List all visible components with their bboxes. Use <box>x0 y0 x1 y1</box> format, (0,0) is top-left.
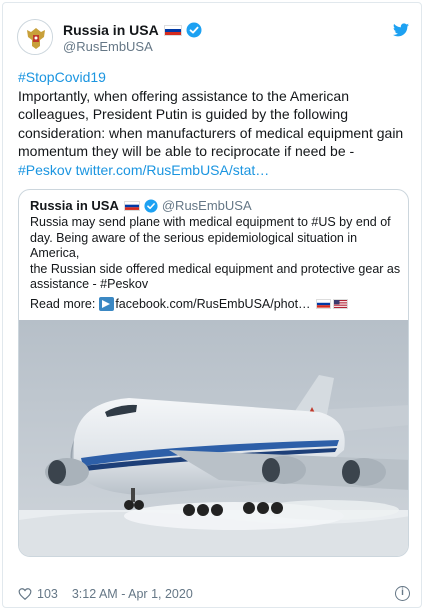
quoted-tweet[interactable]: Russia in USA @RusEmbUSA Russia may send… <box>18 189 409 557</box>
twitter-bird-icon[interactable] <box>393 23 409 37</box>
quoted-text-line: day. Being aware of the serious epidemio… <box>30 230 358 261</box>
russian-flag-icon <box>123 201 140 211</box>
timestamp[interactable]: 3:12 AM - Apr 1, 2020 <box>72 587 193 601</box>
heart-icon[interactable] <box>18 587 32 601</box>
quoted-text-line: assistance - #Peskov <box>30 277 149 292</box>
read-more-line: Read more: facebook.com/RusEmbUSA/phot… <box>30 296 348 312</box>
quoted-author-handle[interactable]: @RusEmbUSA <box>162 198 252 214</box>
facebook-link[interactable]: facebook.com/RusEmbUSA/phot… <box>115 296 310 312</box>
tweet-text-line: momentum they will be able to reciprocat… <box>18 143 355 160</box>
tweet-text-line: Importantly, when offering assistance to… <box>18 87 349 104</box>
avatar[interactable] <box>17 19 53 55</box>
russian-flag-icon <box>315 299 331 309</box>
like-count[interactable]: 103 <box>37 587 58 601</box>
tweet-footer: 103 3:12 AM - Apr 1, 2020 i <box>18 585 410 603</box>
quoted-text-line: Russia may send plane with medical equip… <box>30 215 391 229</box>
quoted-author-name[interactable]: Russia in USA <box>30 198 119 214</box>
hashtag-link[interactable]: #Peskov <box>18 162 72 178</box>
right-arrow-icon <box>99 297 115 311</box>
antonov-aircraft-image <box>19 320 408 556</box>
quoted-text: Russia may send plane with medical equip… <box>30 215 402 293</box>
quoted-text-line: the Russian side offered medical equipme… <box>30 261 401 276</box>
author-handle[interactable]: @RusEmbUSA <box>63 39 153 55</box>
status-link[interactable]: twitter.com/RusEmbUSA/stat… <box>76 162 270 178</box>
read-more-label: Read more: <box>30 297 96 311</box>
airplane-photo[interactable] <box>19 320 408 556</box>
info-icon[interactable]: i <box>395 586 410 601</box>
verified-badge-icon <box>144 199 158 213</box>
russian-flag-icon <box>163 24 182 36</box>
tweet-header: Russia in USA @RusEmbUSA <box>17 19 409 59</box>
tweet-card: Russia in USA @RusEmbUSA #StopCovid19 Im… <box>2 2 422 608</box>
author-name[interactable]: Russia in USA <box>63 21 159 39</box>
tweet-text: #StopCovid19 Importantly, when offering … <box>18 68 414 180</box>
us-flag-icon <box>332 299 348 309</box>
hashtag-link[interactable]: #StopCovid19 <box>18 69 106 85</box>
coat-of-arms-icon <box>19 21 52 54</box>
tweet-text-line: consideration: when manufacturers of med… <box>18 124 404 141</box>
verified-badge-icon <box>186 22 202 38</box>
tweet-text-line: colleagues, President Putin is guided by… <box>18 106 348 123</box>
